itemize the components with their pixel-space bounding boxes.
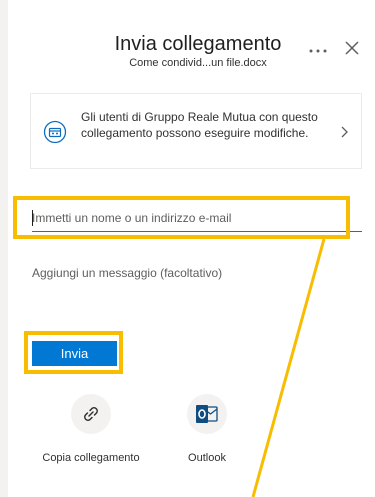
send-button[interactable]: Invia bbox=[32, 341, 117, 366]
people-edit-icon bbox=[43, 120, 67, 144]
recipient-email-input[interactable] bbox=[32, 206, 362, 232]
outlook-circle bbox=[187, 394, 227, 434]
message-input[interactable] bbox=[32, 262, 362, 284]
copy-link-circle bbox=[71, 394, 111, 434]
background-strip bbox=[0, 0, 8, 497]
more-icon bbox=[309, 49, 327, 53]
permission-description: Gli utenti di Gruppo Reale Mutua con que… bbox=[81, 110, 318, 140]
close-icon bbox=[345, 41, 359, 55]
panel-title: Invia collegamento bbox=[114, 33, 282, 55]
link-settings-button[interactable]: Gli utenti di Gruppo Reale Mutua con que… bbox=[30, 93, 362, 169]
more-options-button[interactable] bbox=[306, 36, 330, 60]
text-cursor bbox=[32, 210, 33, 226]
file-name-subtitle: Come condivid...un file.docx bbox=[129, 57, 267, 69]
outlook-button[interactable]: Outlook bbox=[157, 394, 257, 464]
outlook-icon bbox=[196, 405, 218, 423]
panel-header: Invia collegamento Come condivid...un fi… bbox=[8, 0, 375, 83]
close-button[interactable] bbox=[340, 36, 364, 60]
copy-link-label: Copia collegamento bbox=[42, 452, 140, 464]
link-icon bbox=[84, 407, 98, 421]
outlook-label: Outlook bbox=[188, 452, 226, 464]
panel-body: Gli utenti di Gruppo Reale Mutua con que… bbox=[8, 82, 375, 497]
send-link-panel: Invia collegamento Come condivid...un fi… bbox=[8, 0, 375, 497]
copy-link-button[interactable]: Copia collegamento bbox=[41, 394, 141, 464]
chevron-right-icon bbox=[341, 126, 348, 138]
